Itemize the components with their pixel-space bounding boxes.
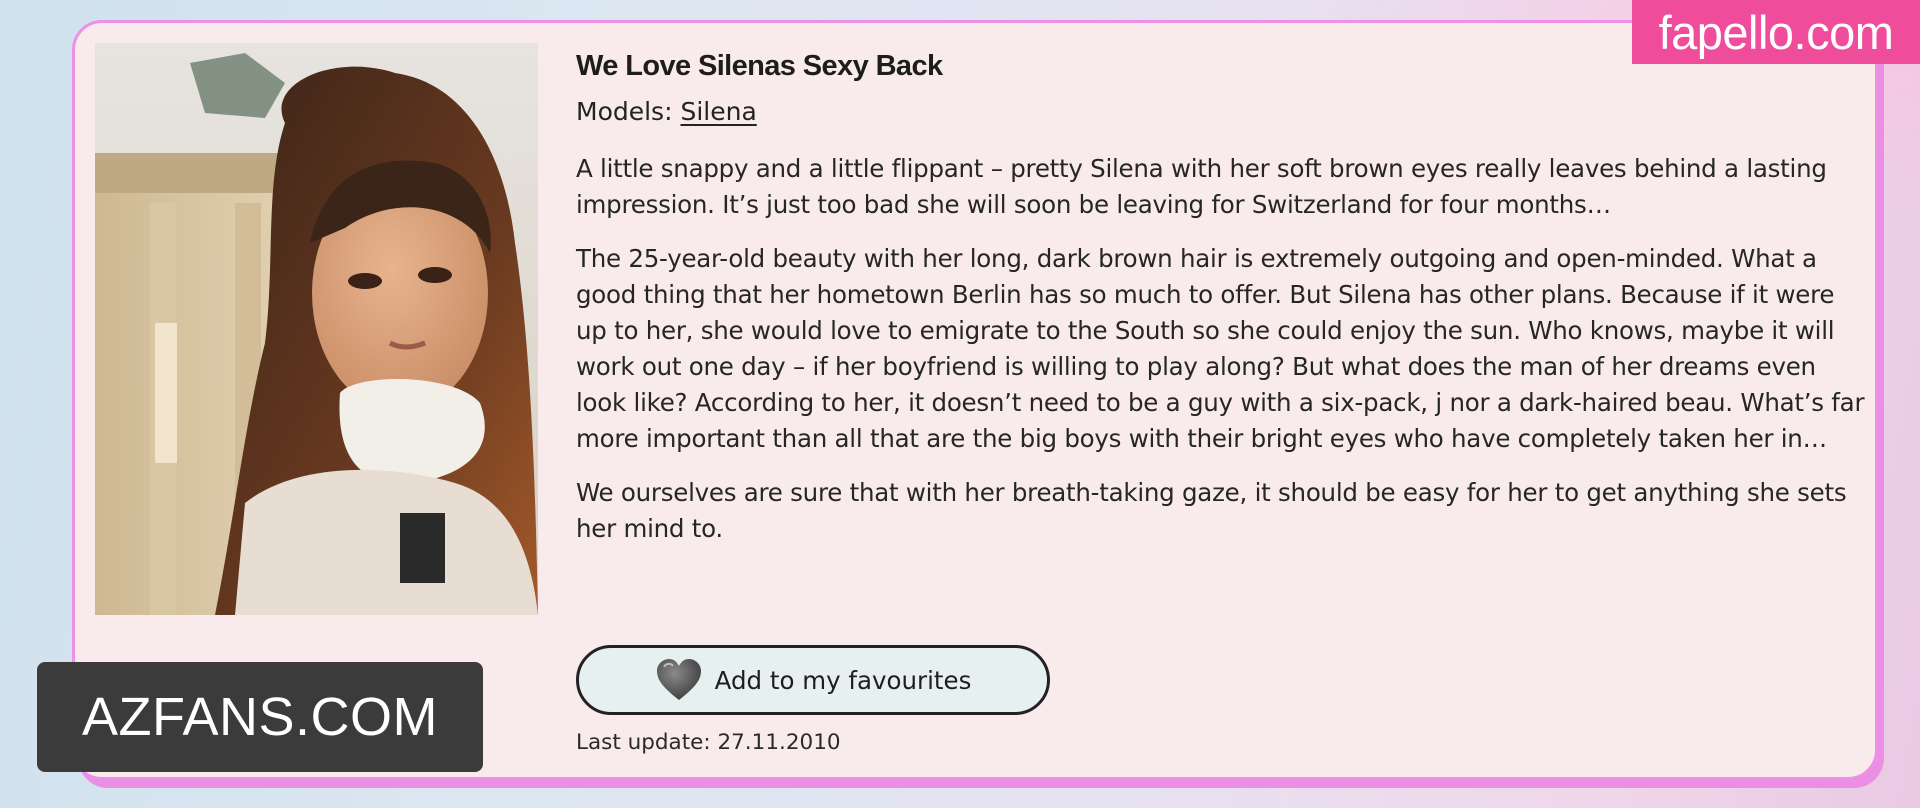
models-line: Models: Silena (576, 94, 1866, 130)
watermark-fapello: fapello.com (1632, 0, 1920, 64)
last-update: Last update: 27.11.2010 (576, 730, 841, 755)
model-link-silena[interactable]: Silena (680, 97, 756, 126)
description-paragraph: We ourselves are sure that with her brea… (576, 478, 1847, 543)
model-photo (95, 43, 538, 615)
add-to-favourites-button[interactable]: Add to my favourites (576, 645, 1050, 715)
watermark-azfans: AZFANS.COM (37, 662, 483, 772)
description-paragraph: A little snappy and a little flippant – … (576, 154, 1827, 219)
add-to-favourites-label: Add to my favourites (714, 665, 972, 695)
description: A little snappy and a little flippant – … (576, 151, 1866, 547)
models-label: Models: (576, 97, 673, 126)
entry-content: We Love Silenas Sexy Back Models: Silena… (576, 46, 1866, 565)
heart-icon (656, 659, 701, 700)
description-paragraph: The 25-year-old beauty with her long, da… (576, 244, 1865, 453)
